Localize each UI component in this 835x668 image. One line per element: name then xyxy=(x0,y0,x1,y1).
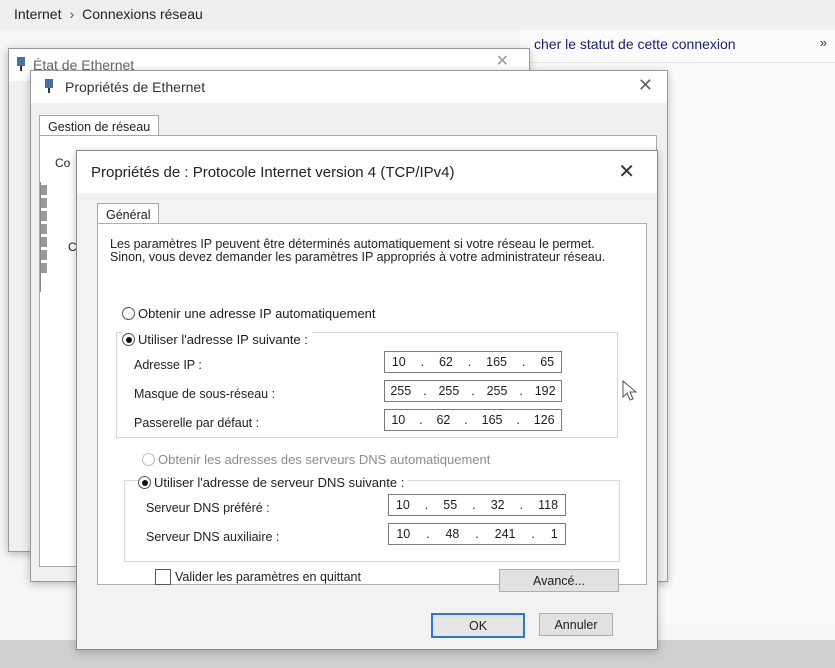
dns-preferred-label: Serveur DNS préféré : xyxy=(146,501,270,515)
dns1-octet-2[interactable]: 55 xyxy=(443,498,457,512)
ethernet-close-icon[interactable]: ✕ xyxy=(638,75,653,96)
close-icon[interactable]: ✕ xyxy=(618,159,635,184)
ip-octet-4[interactable]: 65 xyxy=(540,355,554,369)
ip-auto-label: Obtenir une adresse IP automatiquement xyxy=(138,306,376,321)
view-connection-status-command[interactable]: cher le statut de cette connexion xyxy=(534,36,736,52)
more-commands-icon[interactable]: » xyxy=(820,35,827,50)
dns1-octet-4[interactable]: 118 xyxy=(538,498,558,512)
general-tab-panel: Les paramètres IP peuvent être déterminé… xyxy=(97,223,647,585)
ip-octet-1[interactable]: 10 xyxy=(392,355,406,369)
mouse-pointer-icon xyxy=(622,380,638,401)
connect-using-label: Co xyxy=(55,156,71,170)
breadcrumb: Internet › Connexions réseau xyxy=(14,6,203,22)
subnet-field[interactable]: 255. 255. 255. 192 xyxy=(384,380,562,402)
subnet-octet-1[interactable]: 255 xyxy=(390,384,411,398)
dns2-octet-4[interactable]: 1 xyxy=(551,527,558,541)
gateway-octet-1[interactable]: 10 xyxy=(391,413,405,427)
subnet-row: Masque de sous-réseau : xyxy=(134,387,275,401)
subnet-octet-2[interactable]: 255 xyxy=(438,384,459,398)
gateway-octet-4[interactable]: 126 xyxy=(534,413,555,427)
radio-disabled-icon xyxy=(142,453,155,466)
advanced-button[interactable]: Avancé... xyxy=(499,569,619,592)
dns-manual-label: Utiliser l'adresse de serveur DNS suivan… xyxy=(154,475,405,490)
radio-selected-icon xyxy=(122,333,135,346)
dns-auto-radio[interactable]: Obtenir les adresses des serveurs DNS au… xyxy=(142,452,490,467)
breadcrumb-item-internet[interactable]: Internet xyxy=(14,6,61,22)
dns-manual-radio[interactable]: Utiliser l'adresse de serveur DNS suivan… xyxy=(138,475,409,490)
dns2-octet-2[interactable]: 48 xyxy=(445,527,459,541)
radio-selected-icon xyxy=(138,476,151,489)
dns-alternate-row: Serveur DNS auxiliaire : xyxy=(146,530,279,544)
ip-address-label: Adresse IP : xyxy=(134,358,202,372)
network-adapter-icon xyxy=(45,79,53,93)
gateway-row: Passerelle par défaut : xyxy=(134,416,259,430)
command-bar: cher le statut de cette connexion » xyxy=(520,30,835,63)
dns-auto-label: Obtenir les adresses des serveurs DNS au… xyxy=(158,452,491,467)
components-list-edge xyxy=(40,182,53,292)
dns-alternate-field[interactable]: 10. 48. 241. 1 xyxy=(388,523,566,545)
ethernet-titlebar: Propriétés de Ethernet ✕ xyxy=(31,71,667,103)
dns-settings-group xyxy=(124,480,620,562)
validate-on-exit-label: Valider les paramètres en quittant xyxy=(175,570,361,584)
subnet-label: Masque de sous-réseau : xyxy=(134,387,276,401)
ip-manual-label: Utiliser l'adresse IP suivante : xyxy=(138,332,308,347)
subnet-octet-4[interactable]: 192 xyxy=(535,384,556,398)
dns-preferred-field[interactable]: 10. 55. 32. 118 xyxy=(388,494,566,516)
ethernet-window-title: Propriétés de Ethernet xyxy=(65,79,206,95)
ip-auto-radio[interactable]: Obtenir une adresse IP automatiquement xyxy=(122,306,376,321)
dns-preferred-row: Serveur DNS préféré : xyxy=(146,501,270,515)
validate-on-exit-checkbox[interactable]: Valider les paramètres en quittant xyxy=(155,569,361,585)
dns2-octet-3[interactable]: 241 xyxy=(495,527,516,541)
gateway-octet-3[interactable]: 165 xyxy=(482,413,503,427)
ip-octet-2[interactable]: 62 xyxy=(439,355,453,369)
ip-manual-radio[interactable]: Utiliser l'adresse IP suivante : xyxy=(122,332,312,347)
ip-address-row: Adresse IP : xyxy=(134,358,202,372)
checkbox-icon xyxy=(155,569,171,585)
ipv4-dialog-title: Propriétés de : Protocole Internet versi… xyxy=(91,164,455,181)
dns2-octet-1[interactable]: 10 xyxy=(396,527,410,541)
network-adapter-icon xyxy=(17,57,25,71)
status-close-icon[interactable]: ✕ xyxy=(496,51,509,71)
breadcrumb-item-connexions[interactable]: Connexions réseau xyxy=(82,6,203,22)
ip-address-field[interactable]: 10. 62. 165. 65 xyxy=(384,351,562,373)
gateway-field[interactable]: 10. 62. 165. 126 xyxy=(384,409,562,431)
address-bar: Internet › Connexions réseau xyxy=(0,0,835,30)
description-text: Les paramètres IP peuvent être déterminé… xyxy=(110,237,606,264)
radio-icon xyxy=(122,307,135,320)
ipv4-titlebar: Propriétés de : Protocole Internet versi… xyxy=(77,151,657,193)
ipv4-properties-dialog: Propriétés de : Protocole Internet versi… xyxy=(76,150,658,650)
ok-button[interactable]: OK xyxy=(431,613,525,638)
breadcrumb-separator: › xyxy=(69,6,75,22)
ip-octet-3[interactable]: 165 xyxy=(486,355,507,369)
gateway-octet-2[interactable]: 62 xyxy=(436,413,450,427)
dns1-octet-3[interactable]: 32 xyxy=(491,498,505,512)
cancel-button[interactable]: Annuler xyxy=(539,613,613,636)
subnet-octet-3[interactable]: 255 xyxy=(487,384,508,398)
dns1-octet-1[interactable]: 10 xyxy=(396,498,410,512)
gateway-label: Passerelle par défaut : xyxy=(134,416,260,430)
dns-alternate-label: Serveur DNS auxiliaire : xyxy=(146,530,280,544)
